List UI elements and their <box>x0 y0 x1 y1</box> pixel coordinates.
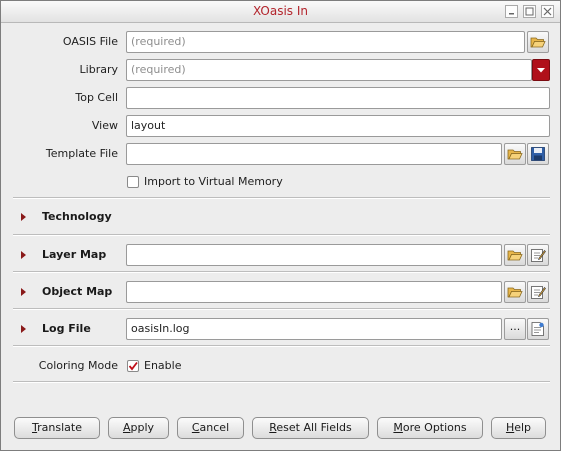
library-dropdown-button[interactable] <box>532 59 550 81</box>
object-map-section-label[interactable]: Object Map <box>42 283 112 301</box>
technology-expand-icon[interactable] <box>21 213 26 221</box>
coloring-mode-enable-label: Enable <box>144 359 182 372</box>
technology-section-label[interactable]: Technology <box>42 208 112 226</box>
title-bar: XOasis In <box>1 1 560 23</box>
top-cell-label: Top Cell <box>75 91 118 104</box>
object-map-edit-button[interactable] <box>527 281 549 303</box>
cancel-button[interactable]: Cancel <box>177 417 244 439</box>
divider <box>13 345 550 347</box>
view-label: View <box>91 119 118 132</box>
log-file-browse-button[interactable]: ... <box>504 318 526 340</box>
document-view-icon <box>531 322 544 336</box>
template-file-save-button[interactable] <box>527 143 549 165</box>
log-file-section-label[interactable]: Log File <box>42 320 91 338</box>
library-select[interactable]: (required) <box>126 59 532 81</box>
save-icon <box>531 147 545 161</box>
import-virtual-memory-checkbox[interactable] <box>127 176 139 188</box>
template-file-browse-button[interactable] <box>504 143 526 165</box>
object-map-input[interactable] <box>126 281 502 303</box>
object-map-browse-button[interactable] <box>504 281 526 303</box>
maximize-icon[interactable] <box>523 5 536 18</box>
edit-icon <box>531 286 546 299</box>
layer-map-input[interactable] <box>126 244 502 266</box>
top-cell-input[interactable] <box>126 87 550 109</box>
oasis-file-browse-button[interactable] <box>527 31 549 53</box>
window-title: XOasis In <box>252 4 309 18</box>
folder-open-icon <box>507 287 523 298</box>
divider <box>13 234 550 236</box>
log-file-input[interactable]: oasisIn.log <box>126 318 502 340</box>
folder-open-icon <box>530 37 546 48</box>
folder-open-icon <box>507 250 523 261</box>
check-icon <box>128 361 138 371</box>
minimize-icon[interactable] <box>505 5 518 18</box>
help-button[interactable]: Help <box>491 417 546 439</box>
layer-map-edit-button[interactable] <box>527 244 549 266</box>
edit-icon <box>531 249 546 262</box>
xoasis-in-dialog: XOasis In OASIS File (required) Library … <box>0 0 561 451</box>
template-file-label: Template File <box>45 147 118 160</box>
apply-button[interactable]: Apply <box>108 417 169 439</box>
close-icon[interactable] <box>541 5 554 18</box>
translate-button[interactable]: Translate <box>14 417 100 439</box>
import-virtual-memory-label: Import to Virtual Memory <box>144 175 283 188</box>
object-map-expand-icon[interactable] <box>21 288 26 296</box>
divider <box>13 271 550 273</box>
layer-map-expand-icon[interactable] <box>21 251 26 259</box>
reset-all-fields-button[interactable]: Reset All Fields <box>252 417 369 439</box>
chevron-down-icon <box>537 68 545 73</box>
oasis-file-input[interactable]: (required) <box>126 31 525 53</box>
divider <box>13 308 550 310</box>
coloring-mode-checkbox[interactable] <box>127 360 139 372</box>
folder-open-icon <box>507 149 523 160</box>
template-file-input[interactable] <box>126 143 502 165</box>
view-input[interactable]: layout <box>126 115 550 137</box>
layer-map-section-label[interactable]: Layer Map <box>42 246 106 264</box>
divider <box>13 381 550 383</box>
log-file-view-button[interactable] <box>527 318 549 340</box>
divider <box>13 197 550 199</box>
log-file-expand-icon[interactable] <box>21 325 26 333</box>
layer-map-browse-button[interactable] <box>504 244 526 266</box>
coloring-mode-label: Coloring Mode <box>38 359 118 372</box>
more-options-button[interactable]: More Options <box>377 417 483 439</box>
oasis-file-label: OASIS File <box>62 35 118 48</box>
library-label: Library <box>79 63 118 76</box>
